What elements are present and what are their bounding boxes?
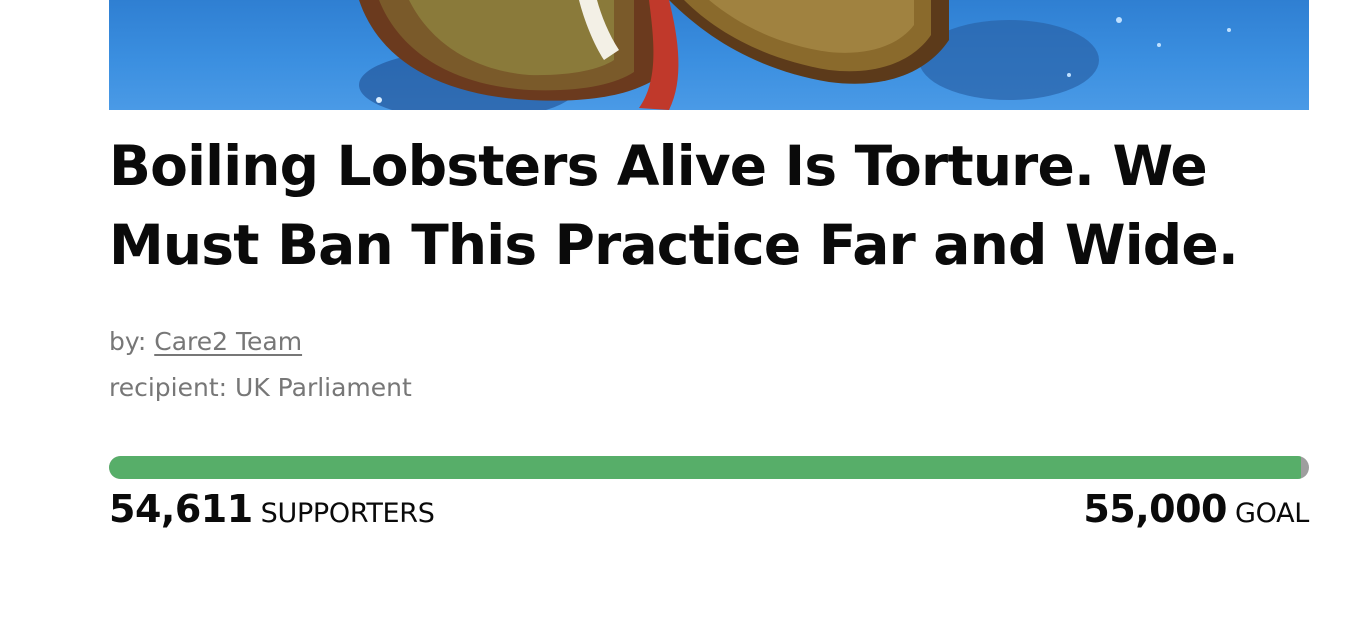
progress-bar [109,456,1309,479]
author-link[interactable]: Care2 Team [154,327,302,356]
petition-container: Boiling Lobsters Alive Is Torture. We Mu… [109,0,1309,531]
author-line: by: Care2 Team [109,319,1309,365]
goal-count: 55,000 [1083,487,1227,531]
recipient-value: UK Parliament [235,373,412,402]
by-label: by: [109,327,147,356]
goal-stat: 55,000 GOAL [1083,487,1309,531]
supporters-count: 54,611 [109,487,253,531]
recipient-line: recipient: UK Parliament [109,365,1309,411]
petition-title: Boiling Lobsters Alive Is Torture. We Mu… [109,134,1239,277]
petition-stats: 54,611 SUPPORTERS 55,000 GOAL [109,487,1309,531]
petition-meta: by: Care2 Team recipient: UK Parliament [109,319,1309,411]
progress-fill [109,456,1301,479]
goal-label: GOAL [1234,498,1309,529]
supporters-stat: 54,611 SUPPORTERS [109,487,435,531]
hero-image [109,0,1309,110]
lobster-image [359,0,1231,110]
supporters-label: SUPPORTERS [260,498,435,529]
recipient-label: recipient: [109,373,228,402]
